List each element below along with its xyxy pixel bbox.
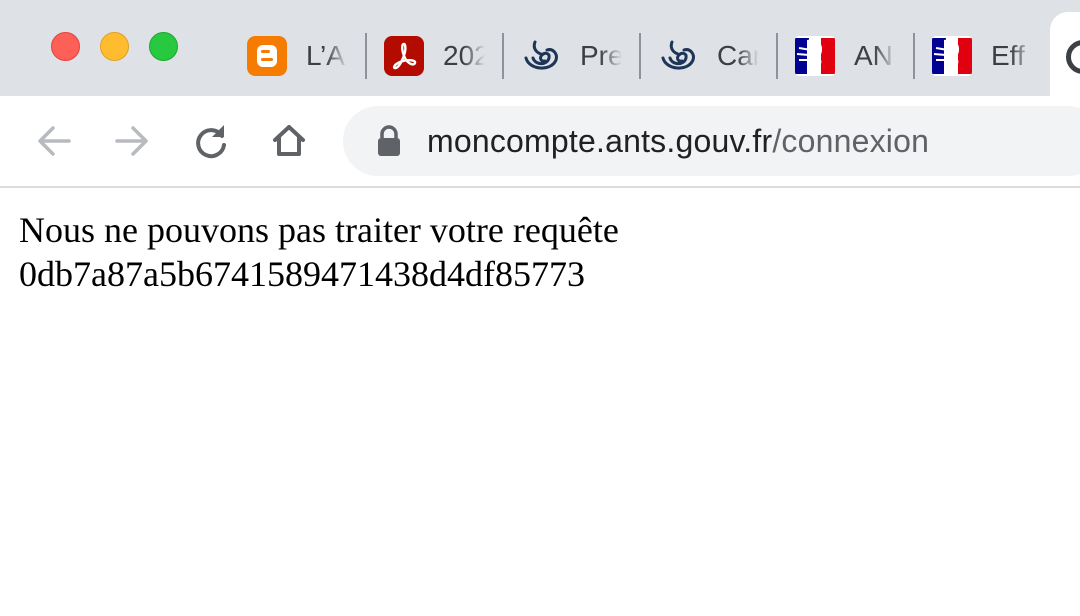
- marianne-icon: [795, 36, 835, 76]
- tab-title: AN: [854, 36, 896, 76]
- blogger-icon: [247, 36, 287, 76]
- request-id: 0db7a87a5b6741589471438d4df85773: [19, 254, 585, 294]
- tab-title: L’A: [306, 36, 348, 76]
- pdf-icon: [384, 36, 424, 76]
- tab-separator: [776, 33, 778, 79]
- home-button[interactable]: [264, 116, 314, 166]
- tab-separator: [913, 33, 915, 79]
- tab-title: Eff: [991, 36, 1033, 76]
- tab-separator: [365, 33, 367, 79]
- fullscreen-window-button[interactable]: [149, 32, 178, 61]
- back-button[interactable]: [29, 116, 79, 166]
- url-host: moncompte.ants.gouv.fr: [427, 123, 773, 159]
- tab-title: Pre: [580, 36, 622, 76]
- browser-tab[interactable]: Pre: [521, 18, 623, 96]
- forward-arrow-icon: [115, 126, 148, 156]
- page-content: Nous ne pouvons pas traiter votre requêt…: [19, 208, 619, 296]
- home-icon: [273, 125, 305, 156]
- browser-tab[interactable]: Car: [658, 18, 760, 96]
- browser-tab[interactable]: L’A: [247, 18, 349, 96]
- browser-tab[interactable]: 202: [384, 18, 486, 96]
- lock-icon[interactable]: [375, 124, 403, 158]
- tab-separator: [502, 33, 504, 79]
- browser-toolbar: moncompte.ants.gouv.fr/connexion: [0, 96, 1080, 188]
- error-message: Nous ne pouvons pas traiter votre requêt…: [19, 210, 619, 250]
- back-arrow-icon: [38, 126, 71, 156]
- url-text[interactable]: moncompte.ants.gouv.fr/connexion: [427, 106, 929, 176]
- knot-logo-icon: [658, 36, 698, 76]
- address-bar[interactable]: moncompte.ants.gouv.fr/connexion: [343, 106, 1080, 176]
- close-window-button[interactable]: [51, 32, 80, 61]
- url-path: /connexion: [772, 123, 930, 159]
- browser-tab[interactable]: AN: [795, 18, 897, 96]
- tab-separator: [639, 33, 641, 79]
- tab-title: 202: [443, 36, 485, 76]
- tab-title: Car: [717, 36, 759, 76]
- browser-tab[interactable]: Eff: [932, 18, 1034, 96]
- marianne-icon: [932, 36, 972, 76]
- forward-button[interactable]: [107, 116, 157, 166]
- globe-icon: [1066, 40, 1080, 74]
- reload-button[interactable]: [186, 116, 236, 166]
- knot-logo-icon: [521, 36, 561, 76]
- minimize-window-button[interactable]: [100, 32, 129, 61]
- reload-icon: [196, 125, 226, 159]
- tab-strip: L’A 202 Pre Car AN Eff: [0, 0, 1080, 96]
- active-browser-tab[interactable]: [1050, 12, 1080, 96]
